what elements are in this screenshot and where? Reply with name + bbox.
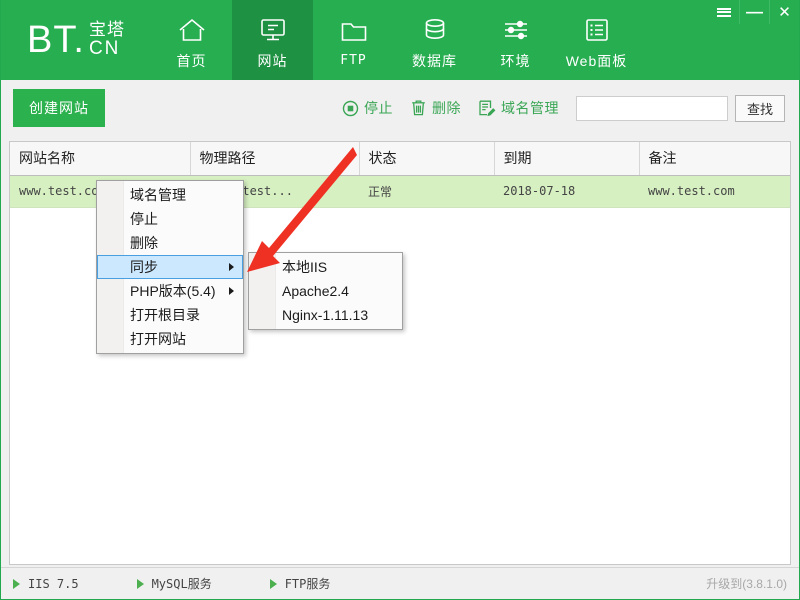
status-service-ftp-label: FTP服务	[285, 575, 331, 592]
nav-item-home-label: 首页	[177, 51, 207, 71]
logo-cn-bottom-text: CN	[89, 39, 125, 59]
logo-cn-top-text: 宝塔	[89, 21, 125, 39]
create-website-button[interactable]: 创建网站	[13, 89, 105, 127]
nav-item-webpanel[interactable]: Web面板	[556, 0, 637, 80]
logo-bt-text: BT.	[27, 21, 85, 59]
menu-item-stop[interactable]: 停止	[97, 207, 243, 231]
column-header-path[interactable]: 物理路径	[190, 142, 359, 175]
nav-item-ftp[interactable]: FTP	[313, 0, 394, 80]
play-icon	[137, 579, 144, 589]
window-menu-button[interactable]	[709, 0, 739, 24]
bt-panel-window: BT. 宝塔 CN 首页	[0, 0, 800, 600]
menu-item-php-version-label: PHP版本(5.4)	[130, 281, 216, 301]
stop-action[interactable]: 停止	[342, 98, 393, 118]
nav-item-database-label: 数据库	[412, 51, 457, 71]
window-controls: — ✕	[709, 0, 799, 24]
nav-item-ftp-label: FTP	[340, 53, 366, 68]
table-header-row: 网站名称 物理路径 状态 到期 备注	[10, 142, 790, 175]
toolbar: 创建网站 停止	[1, 80, 799, 136]
submenu-item-apache[interactable]: Apache2.4	[249, 279, 402, 303]
play-icon	[13, 579, 20, 589]
nav-item-environment[interactable]: 环境	[475, 0, 556, 80]
home-icon	[177, 10, 207, 44]
database-icon	[420, 10, 450, 44]
sliders-icon	[501, 10, 531, 44]
stop-action-label: 停止	[364, 98, 393, 118]
menu-item-domain-manage[interactable]: 域名管理	[97, 183, 243, 207]
context-menu: 域名管理 停止 删除 同步 PHP版本(5.4) 打开根目录 打开网站	[96, 180, 244, 354]
menu-item-php-version[interactable]: PHP版本(5.4)	[97, 279, 243, 303]
status-bar: IIS 7.5 MySQL服务 FTP服务 升级到(3.8.1.0)	[1, 567, 799, 599]
upgrade-link[interactable]: 升级到(3.8.1.0)	[706, 575, 787, 592]
logo-cn: 宝塔 CN	[89, 21, 125, 59]
minimize-icon: —	[746, 9, 763, 15]
window-minimize-button[interactable]: —	[739, 0, 769, 24]
close-icon: ✕	[778, 3, 791, 21]
menu-item-sync-label: 同步	[130, 257, 158, 277]
app-header: BT. 宝塔 CN 首页	[1, 0, 799, 80]
menu-item-open-website[interactable]: 打开网站	[97, 327, 243, 351]
window-close-button[interactable]: ✕	[769, 0, 799, 24]
play-icon	[270, 579, 277, 589]
logo: BT. 宝塔 CN	[1, 0, 151, 80]
submenu-item-local-iis-label: 本地IIS	[282, 257, 327, 277]
submenu-item-nginx-label: Nginx-1.11.13	[282, 307, 368, 323]
cell-status: 正常	[359, 175, 494, 207]
menu-item-sync[interactable]: 同步	[97, 255, 243, 279]
submenu-item-local-iis[interactable]: 本地IIS	[249, 255, 402, 279]
nav-item-environment-label: 环境	[501, 51, 531, 71]
menu-item-delete-label: 删除	[130, 233, 158, 253]
monitor-icon	[258, 10, 288, 44]
column-header-name[interactable]: 网站名称	[10, 142, 190, 175]
toolbar-right-group: 停止 删除	[342, 95, 785, 122]
status-service-ftp[interactable]: FTP服务	[270, 575, 331, 592]
trash-icon	[410, 99, 427, 117]
nav-item-home[interactable]: 首页	[151, 0, 232, 80]
chevron-right-icon	[229, 287, 234, 295]
find-button[interactable]: 查找	[735, 95, 785, 122]
menu-item-open-root-dir[interactable]: 打开根目录	[97, 303, 243, 327]
cell-note: www.test.com	[639, 175, 790, 207]
status-service-mysql[interactable]: MySQL服务	[137, 575, 212, 592]
main-nav: 首页 网站 FTP	[151, 0, 637, 80]
menu-item-domain-manage-label: 域名管理	[130, 185, 186, 205]
menu-item-open-website-label: 打开网站	[130, 329, 186, 349]
nav-item-webpanel-label: Web面板	[566, 51, 628, 71]
menu-item-open-root-dir-label: 打开根目录	[130, 305, 200, 325]
domain-manage-action[interactable]: 域名管理	[478, 98, 559, 118]
nav-item-database[interactable]: 数据库	[394, 0, 475, 80]
edit-document-icon	[478, 99, 496, 117]
domain-manage-action-label: 域名管理	[501, 98, 559, 118]
menu-item-stop-label: 停止	[130, 209, 158, 229]
nav-item-website[interactable]: 网站	[232, 0, 313, 80]
folder-icon	[339, 12, 369, 46]
column-header-note[interactable]: 备注	[639, 142, 790, 175]
status-service-iis[interactable]: IIS 7.5	[13, 577, 79, 591]
submenu-item-nginx[interactable]: Nginx-1.11.13	[249, 303, 402, 327]
submenu-item-apache-label: Apache2.4	[282, 283, 349, 299]
column-header-expire[interactable]: 到期	[494, 142, 639, 175]
chevron-right-icon	[229, 263, 234, 271]
hamburger-icon	[717, 6, 731, 18]
column-header-status[interactable]: 状态	[359, 142, 494, 175]
delete-action[interactable]: 删除	[410, 98, 461, 118]
delete-action-label: 删除	[432, 98, 461, 118]
status-service-mysql-label: MySQL服务	[152, 575, 212, 592]
stop-circle-icon	[342, 100, 359, 117]
menu-item-delete[interactable]: 删除	[97, 231, 243, 255]
nav-item-website-label: 网站	[258, 51, 288, 71]
list-icon	[582, 10, 612, 44]
cell-expire: 2018-07-18	[494, 175, 639, 207]
sync-submenu: 本地IIS Apache2.4 Nginx-1.11.13	[248, 252, 403, 330]
search-input[interactable]	[576, 96, 728, 121]
status-service-iis-label: IIS 7.5	[28, 577, 79, 591]
